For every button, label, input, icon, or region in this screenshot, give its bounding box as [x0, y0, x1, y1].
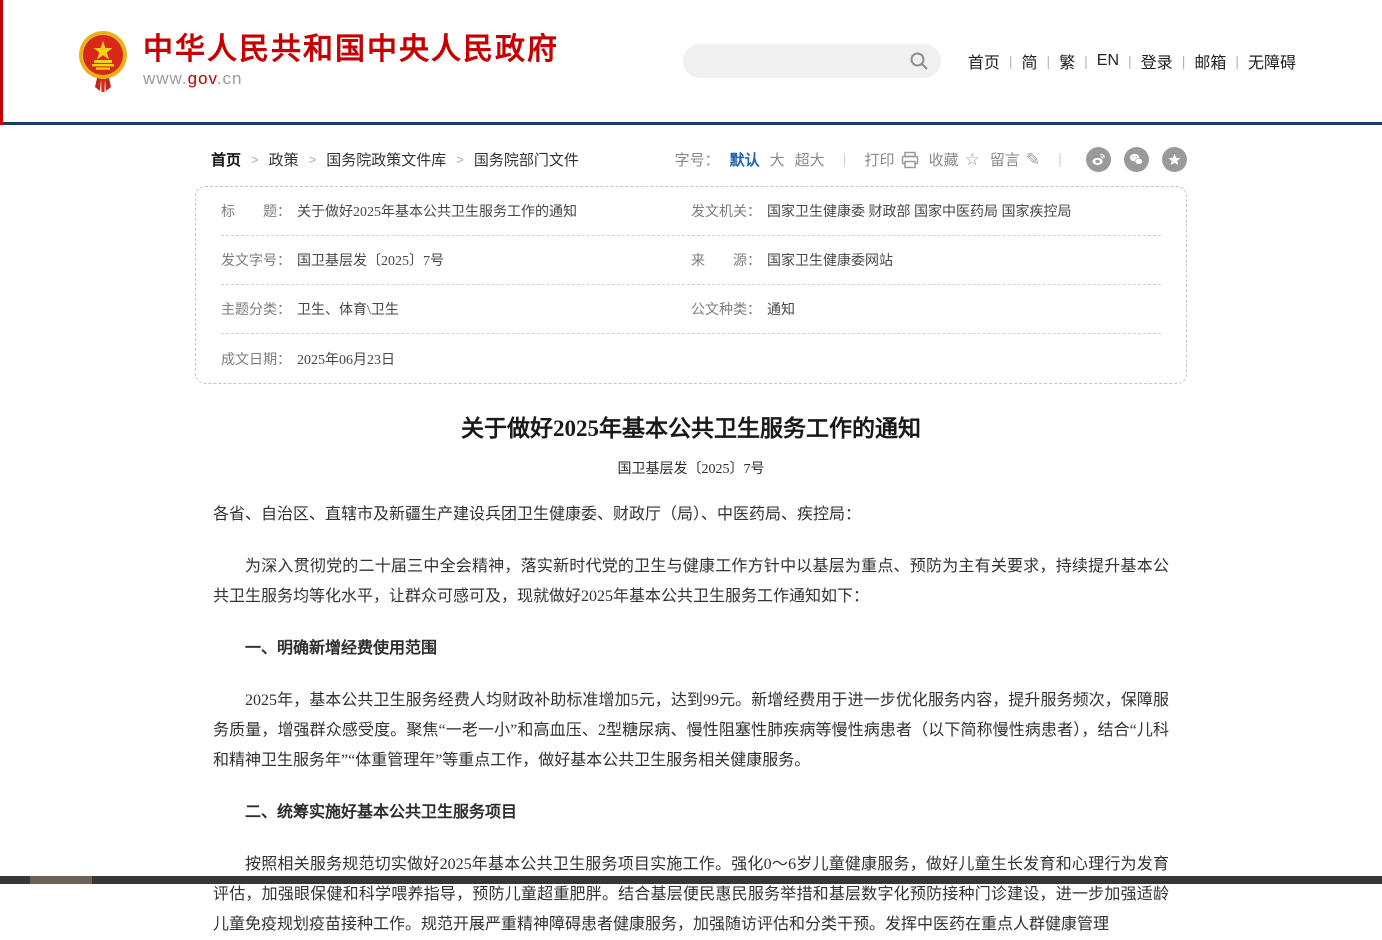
font-size-xlarge-button[interactable]: 超大 [795, 149, 825, 170]
favorite-label: 收藏 [929, 149, 959, 170]
chevron-right-icon: > [309, 152, 317, 167]
font-size-label: 字号： [675, 149, 720, 170]
chevron-right-icon: > [456, 152, 464, 167]
search-box [683, 44, 941, 78]
article-title: 关于做好2025年基本公共卫生服务工作的通知 [213, 414, 1169, 444]
weibo-icon [1091, 152, 1106, 167]
national-emblem-logo [77, 29, 129, 93]
section-heading-2: 二、统筹实施好基本公共卫生服务项目 [213, 798, 1169, 828]
toolbar-divider: | [1050, 151, 1070, 168]
paragraph: 按照相关服务规范切实做好2025年基本公共卫生服务项目实施工作。强化0～6岁儿童… [213, 850, 1169, 940]
breadcrumb-policy[interactable]: 政策 [269, 149, 299, 170]
site-title: 中华人民共和国中央人民政府 [143, 33, 559, 67]
nav-traditional[interactable]: 繁 [1050, 49, 1084, 73]
meta-value-topic-category: 卫生、体育\卫生 [297, 299, 399, 319]
meta-label-doc-type: 公文种类： [691, 299, 761, 319]
toolbar-divider: | [835, 151, 855, 168]
meta-value-issue-date: 2025年06月23日 [297, 349, 395, 369]
meta-value-issuing-agency: 国家卫生健康委 财政部 国家中医药局 国家疾控局 [767, 201, 1072, 221]
meta-label-title: 标 题： [221, 201, 291, 221]
left-red-edge [0, 0, 3, 125]
meta-row-number: 发文字号： 国卫基层发〔2025〕7号 来 源： 国家卫生健康委网站 [221, 236, 1161, 285]
share-wechat-button[interactable] [1124, 147, 1149, 172]
font-size-large-button[interactable]: 大 [770, 149, 785, 170]
comment-label: 留言 [990, 149, 1020, 170]
favorite-button[interactable]: 收藏 ☆ [929, 149, 980, 170]
printer-icon [901, 151, 919, 169]
star-icon: ☆ [965, 150, 980, 170]
document-toolbar: 字号： 默认 大 超大 | 打印 收藏 ☆ 留言 ✎ | [675, 147, 1187, 172]
meta-row-date: 成文日期： 2025年06月23日 [221, 334, 1161, 383]
article-doc-number: 国卫基层发〔2025〕7号 [213, 458, 1169, 478]
bottom-edge-bar [0, 876, 1382, 884]
meta-value-doc-number: 国卫基层发〔2025〕7号 [297, 250, 444, 270]
site-header: 中华人民共和国中央人民政府 www.gov.cn 首页| 简| 繁| EN| 登… [0, 0, 1382, 125]
document-article: 关于做好2025年基本公共卫生服务工作的通知 国卫基层发〔2025〕7号 各省、… [195, 384, 1187, 940]
meta-label-doc-number: 发文字号： [221, 250, 291, 270]
breadcrumb-policy-library[interactable]: 国务院政策文件库 [326, 149, 446, 170]
search-input[interactable] [683, 44, 909, 78]
nav-accessibility[interactable]: 无障碍 [1239, 49, 1305, 73]
main-content: 首页 > 政策 > 国务院政策文件库 > 国务院部门文件 字号： 默认 大 超大… [195, 125, 1187, 940]
print-label: 打印 [865, 149, 895, 170]
chevron-right-icon: > [251, 152, 259, 167]
nav-login[interactable]: 登录 [1132, 49, 1182, 73]
nav-english[interactable]: EN [1088, 52, 1128, 70]
top-nav: 首页| 简| 繁| EN| 登录| 邮箱| 无障碍 [959, 49, 1305, 73]
paragraph-greeting: 各省、自治区、直辖市及新疆生产建设兵团卫生健康委、财政厅（局）、中医药局、疾控局… [213, 500, 1169, 530]
breadcrumb: 首页 > 政策 > 国务院政策文件库 > 国务院部门文件 [211, 149, 579, 170]
site-url-gov: gov [188, 69, 217, 88]
meta-label-issue-date: 成文日期： [221, 349, 291, 369]
meta-label-issuing-agency: 发文机关： [691, 201, 761, 221]
paragraph: 2025年，基本公共卫生服务经费人均财政补助标准增加5元，达到99元。新增经费用… [213, 686, 1169, 776]
meta-label-source: 来 源： [691, 250, 761, 270]
meta-value-source: 国家卫生健康委网站 [767, 250, 893, 270]
meta-value-doc-type: 通知 [767, 299, 795, 319]
document-meta-table: 标 题： 关于做好2025年基本公共卫生服务工作的通知 发文机关： 国家卫生健康… [195, 186, 1187, 384]
nav-simplified[interactable]: 简 [1012, 49, 1046, 73]
meta-row-category: 主题分类： 卫生、体育\卫生 公文种类： 通知 [221, 285, 1161, 334]
site-url: www.gov.cn [143, 69, 559, 89]
pencil-icon: ✎ [1026, 150, 1040, 170]
nav-home[interactable]: 首页 [959, 49, 1009, 73]
meta-value-title: 关于做好2025年基本公共卫生服务工作的通知 [297, 201, 577, 221]
comment-button[interactable]: 留言 ✎ [990, 149, 1040, 170]
nav-mail[interactable]: 邮箱 [1185, 49, 1235, 73]
share-group [1086, 147, 1187, 172]
share-weibo-button[interactable] [1086, 147, 1111, 172]
paragraph: 为深入贯彻党的二十届三中全会精神，落实新时代党的卫生与健康工作方针中以基层为重点… [213, 552, 1169, 612]
breadcrumb-department-documents[interactable]: 国务院部门文件 [474, 149, 579, 170]
breadcrumb-home[interactable]: 首页 [211, 149, 241, 170]
search-icon[interactable] [909, 51, 929, 71]
site-brand[interactable]: 中华人民共和国中央人民政府 www.gov.cn [77, 29, 559, 93]
share-more-button[interactable] [1162, 147, 1187, 172]
print-button[interactable]: 打印 [865, 149, 919, 170]
meta-label-topic-category: 主题分类： [221, 299, 291, 319]
site-url-cn: .cn [217, 69, 243, 88]
site-url-www: www. [143, 69, 188, 88]
section-heading-1: 一、明确新增经费使用范围 [213, 634, 1169, 664]
bottom-edge-bar-patch [30, 876, 92, 884]
font-size-default-button[interactable]: 默认 [730, 149, 760, 170]
wechat-icon [1129, 152, 1144, 167]
meta-row-title: 标 题： 关于做好2025年基本公共卫生服务工作的通知 发文机关： 国家卫生健康… [221, 187, 1161, 236]
share-star-icon [1167, 152, 1182, 167]
